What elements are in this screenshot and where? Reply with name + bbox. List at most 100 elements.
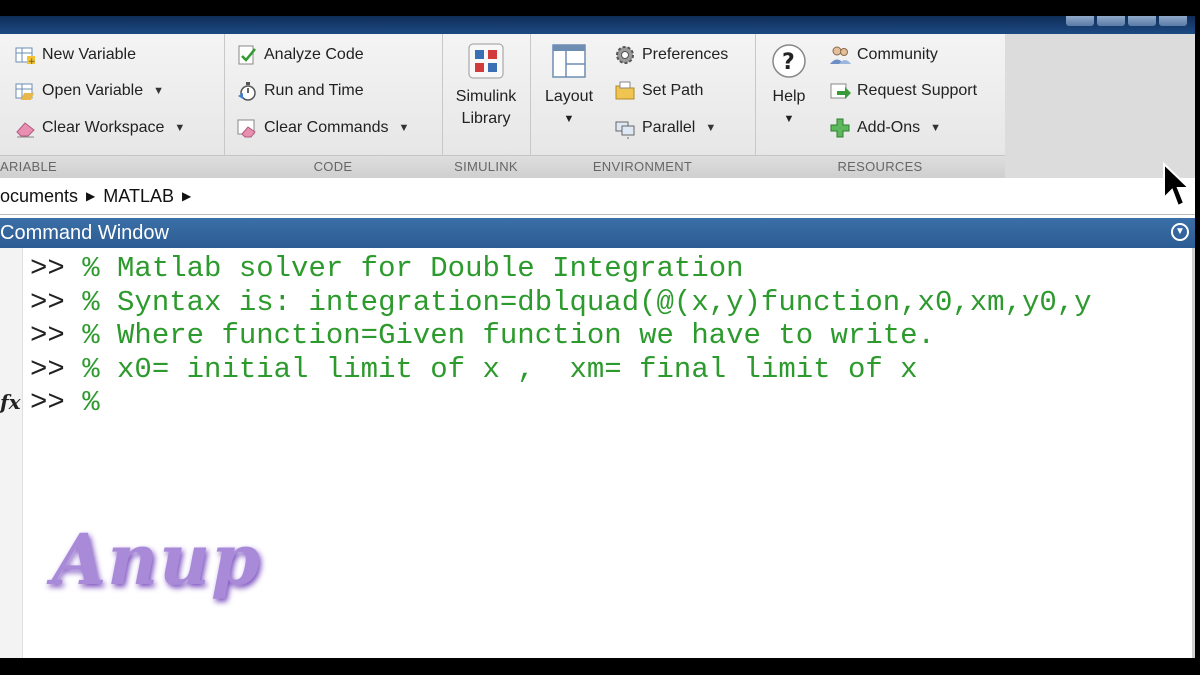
new-variable-icon: + [14, 44, 36, 67]
chevron-down-icon[interactable]: ▼ [153, 85, 164, 97]
parallel-label: Parallel [642, 119, 696, 136]
request-support-label: Request Support [857, 82, 978, 99]
chevron-right-icon[interactable]: ▶ [182, 189, 191, 203]
current-folder-bar[interactable]: ocuments ▶ MATLAB ▶ [0, 178, 1195, 215]
close-button[interactable] [1159, 16, 1187, 26]
chevron-down-icon[interactable]: ▼ [759, 108, 819, 130]
chevron-right-icon[interactable]: ▶ [86, 189, 95, 203]
run-and-time-button[interactable]: Run and Time [236, 80, 364, 102]
command-line: >> % Where function=Given function we ha… [30, 319, 1092, 353]
chevron-down-icon[interactable]: ▼ [705, 122, 716, 134]
environment-section: Layout ▼ Preferences Set Path Parallel ▼… [530, 34, 756, 178]
breadcrumb-documents[interactable]: ocuments [0, 186, 78, 207]
command-window-header: Command Window ▼ [0, 218, 1195, 248]
clear-commands-button[interactable]: Clear Commands ▼ [236, 117, 409, 139]
command-comment: % Where function=Given function we have … [82, 319, 935, 352]
help-button[interactable]: ? Help ▼ [759, 42, 819, 130]
set-path-label: Set Path [642, 82, 704, 99]
command-prompt: >> [30, 386, 83, 419]
chevron-down-icon[interactable]: ▼ [398, 122, 409, 134]
layout-button[interactable]: Layout ▼ [534, 42, 604, 130]
analyze-code-button[interactable]: Analyze Code [236, 44, 364, 66]
title-bar [0, 16, 1195, 34]
command-gutter [0, 248, 23, 658]
simulink-library-button[interactable]: Simulink Library [442, 42, 530, 130]
run-and-time-label: Run and Time [264, 82, 364, 99]
command-line: >> % Matlab solver for Double Integratio… [30, 252, 1092, 286]
open-variable-label: Open Variable [42, 82, 144, 99]
clear-commands-icon [236, 117, 258, 139]
vertical-scrollbar[interactable] [1192, 248, 1195, 658]
resources-section: ? Help ▼ Community Request Support Add-O… [755, 34, 1006, 178]
clear-commands-label: Clear Commands [264, 119, 389, 136]
svg-text:+: + [28, 57, 36, 66]
community-icon [829, 44, 851, 66]
clear-workspace-label: Clear Workspace [42, 119, 165, 136]
preferences-button[interactable]: Preferences [614, 44, 728, 66]
stopwatch-icon [236, 80, 258, 102]
layout-icon [550, 42, 588, 80]
command-window-title: Command Window [0, 222, 169, 244]
preferences-label: Preferences [642, 46, 729, 63]
set-path-button[interactable]: Set Path [614, 80, 703, 102]
command-prompt: >> [30, 252, 83, 285]
open-variable-icon [14, 80, 36, 102]
add-ons-label: Add-Ons [857, 119, 921, 136]
function-browser-icon[interactable]: fx [0, 390, 21, 414]
command-prompt: >> [30, 352, 83, 386]
command-prompt: >> [30, 319, 83, 352]
simulink-library-label-1: Simulink [455, 88, 517, 105]
gear-icon [614, 44, 636, 66]
environment-section-label: ENVIRONMENT [530, 155, 755, 178]
matlab-window: + New Variable Open Variable ▼ Clear Wor… [0, 16, 1195, 658]
chevron-down-icon[interactable]: ▼ [930, 122, 941, 134]
command-line: >> % [30, 386, 1092, 420]
command-prompt: >> [30, 285, 83, 319]
variable-section-label: ARIABLE [0, 155, 224, 178]
help-icon: ? [770, 42, 808, 80]
breadcrumb-matlab[interactable]: MATLAB [103, 186, 174, 207]
command-window[interactable]: fx >> % Matlab solver for Double Integra… [0, 248, 1195, 658]
new-variable-button[interactable]: + New Variable [14, 44, 136, 67]
command-comment: % [82, 386, 100, 419]
command-comment: % Syntax is: integration=dblquad(@(x,y)f… [82, 285, 1092, 319]
simulink-library-label-2: Library [461, 110, 511, 127]
add-ons-button[interactable]: Add-Ons ▼ [829, 117, 941, 139]
open-variable-button[interactable]: Open Variable ▼ [14, 80, 164, 102]
analyze-code-icon [236, 44, 258, 66]
ribbon-empty-area [1005, 34, 1195, 178]
simulink-library-icon [467, 42, 505, 80]
restore-button[interactable] [1128, 16, 1156, 26]
simulink-section: Simulink Library SIMULINK [442, 34, 531, 178]
minimize-button[interactable] [1066, 16, 1094, 26]
mouse-pointer-icon [1163, 162, 1192, 208]
parallel-button[interactable]: Parallel ▼ [614, 117, 716, 139]
maximize-button[interactable] [1097, 16, 1125, 26]
eraser-icon [14, 117, 36, 139]
watermark-logo: Anup [52, 518, 262, 601]
command-history[interactable]: >> % Matlab solver for Double Integratio… [30, 252, 1092, 420]
chevron-down-icon[interactable]: ▼ [174, 122, 185, 134]
layout-label: Layout [544, 88, 594, 105]
new-variable-label: New Variable [42, 46, 136, 63]
chevron-down-icon[interactable]: ▼ [1171, 223, 1189, 241]
command-line: >> % x0= initial limit of x , xm= final … [30, 353, 1092, 387]
chevron-down-icon[interactable]: ▼ [534, 108, 604, 130]
command-comment: % x0= initial limit of x , xm= final lim… [82, 352, 918, 386]
window-controls [1066, 16, 1187, 26]
plus-icon [829, 117, 851, 139]
command-comment: % Matlab solver for Double Integration [82, 252, 744, 285]
community-label: Community [857, 46, 938, 63]
request-support-icon [829, 80, 851, 102]
simulink-section-label: SIMULINK [442, 155, 530, 178]
parallel-computing-icon [614, 117, 636, 139]
clear-workspace-button[interactable]: Clear Workspace ▼ [14, 117, 185, 139]
code-section: Analyze Code Run and Time Clear Commands… [224, 34, 443, 178]
community-button[interactable]: Community [829, 44, 938, 66]
analyze-code-label: Analyze Code [264, 46, 364, 63]
variable-section: + New Variable Open Variable ▼ Clear Wor… [0, 34, 225, 178]
help-label: Help [772, 88, 806, 105]
code-section-label: CODE [224, 155, 442, 178]
request-support-button[interactable]: Request Support [829, 80, 977, 102]
command-line: >> % Syntax is: integration=dblquad(@(x,… [30, 286, 1092, 320]
